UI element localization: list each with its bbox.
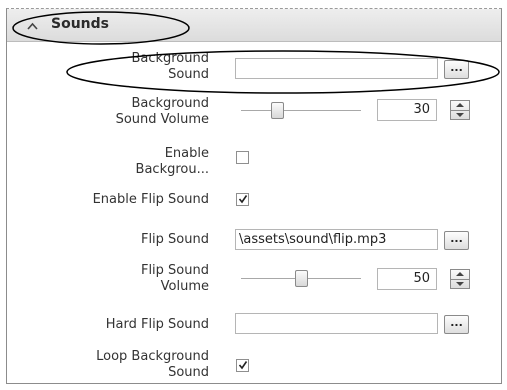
enable-flip-sound-checkbox[interactable] bbox=[236, 193, 249, 206]
section-title: Sounds bbox=[51, 16, 109, 32]
spin-down-icon[interactable] bbox=[456, 282, 464, 286]
flip-volume-slider-thumb[interactable] bbox=[294, 270, 308, 287]
spinner-divider bbox=[451, 279, 469, 280]
checkmark-icon bbox=[238, 195, 248, 204]
enable-flip-sound-label: Enable Flip Sound bbox=[92, 192, 209, 207]
loop-background-sound-checkbox[interactable] bbox=[236, 359, 249, 372]
spin-up-icon[interactable] bbox=[456, 103, 464, 107]
flip-sound-volume-label: Flip Sound Volume bbox=[140, 263, 209, 294]
background-sound-input[interactable] bbox=[235, 58, 438, 79]
hard-flip-sound-browse-button[interactable]: ... bbox=[444, 315, 469, 334]
spin-up-icon[interactable] bbox=[456, 272, 464, 276]
chevron-up-icon[interactable] bbox=[27, 22, 38, 30]
spinner-divider bbox=[451, 110, 469, 111]
hard-flip-sound-label: Hard Flip Sound bbox=[105, 317, 209, 332]
background-volume-slider-track[interactable] bbox=[241, 110, 361, 111]
background-sound-label: Background Sound bbox=[131, 51, 209, 82]
background-sound-browse-button[interactable]: ... bbox=[444, 60, 469, 79]
enable-background-label: Enable Backgrou... bbox=[135, 146, 209, 177]
background-volume-slider-thumb[interactable] bbox=[270, 102, 284, 119]
spin-down-icon[interactable] bbox=[456, 113, 464, 117]
background-volume-spinner[interactable] bbox=[450, 100, 470, 120]
hard-flip-sound-input[interactable] bbox=[235, 313, 438, 334]
flip-sound-browse-button[interactable]: ... bbox=[444, 231, 469, 250]
background-sound-volume-label: Background Sound Volume bbox=[115, 96, 209, 127]
section-header[interactable]: Sounds bbox=[7, 9, 501, 42]
background-volume-value[interactable]: 30 bbox=[377, 99, 437, 121]
sounds-panel: Sounds Background Sound ... Background S… bbox=[6, 8, 502, 384]
flip-sound-input[interactable]: \assets\sound\flip.mp3 bbox=[235, 229, 438, 250]
flip-volume-value[interactable]: 50 bbox=[377, 268, 437, 290]
checkmark-icon bbox=[238, 361, 248, 370]
flip-volume-spinner[interactable] bbox=[450, 269, 470, 289]
loop-background-sound-label: Loop Background Sound bbox=[96, 349, 209, 380]
flip-sound-label: Flip Sound bbox=[140, 232, 209, 247]
enable-background-checkbox[interactable] bbox=[236, 151, 249, 164]
